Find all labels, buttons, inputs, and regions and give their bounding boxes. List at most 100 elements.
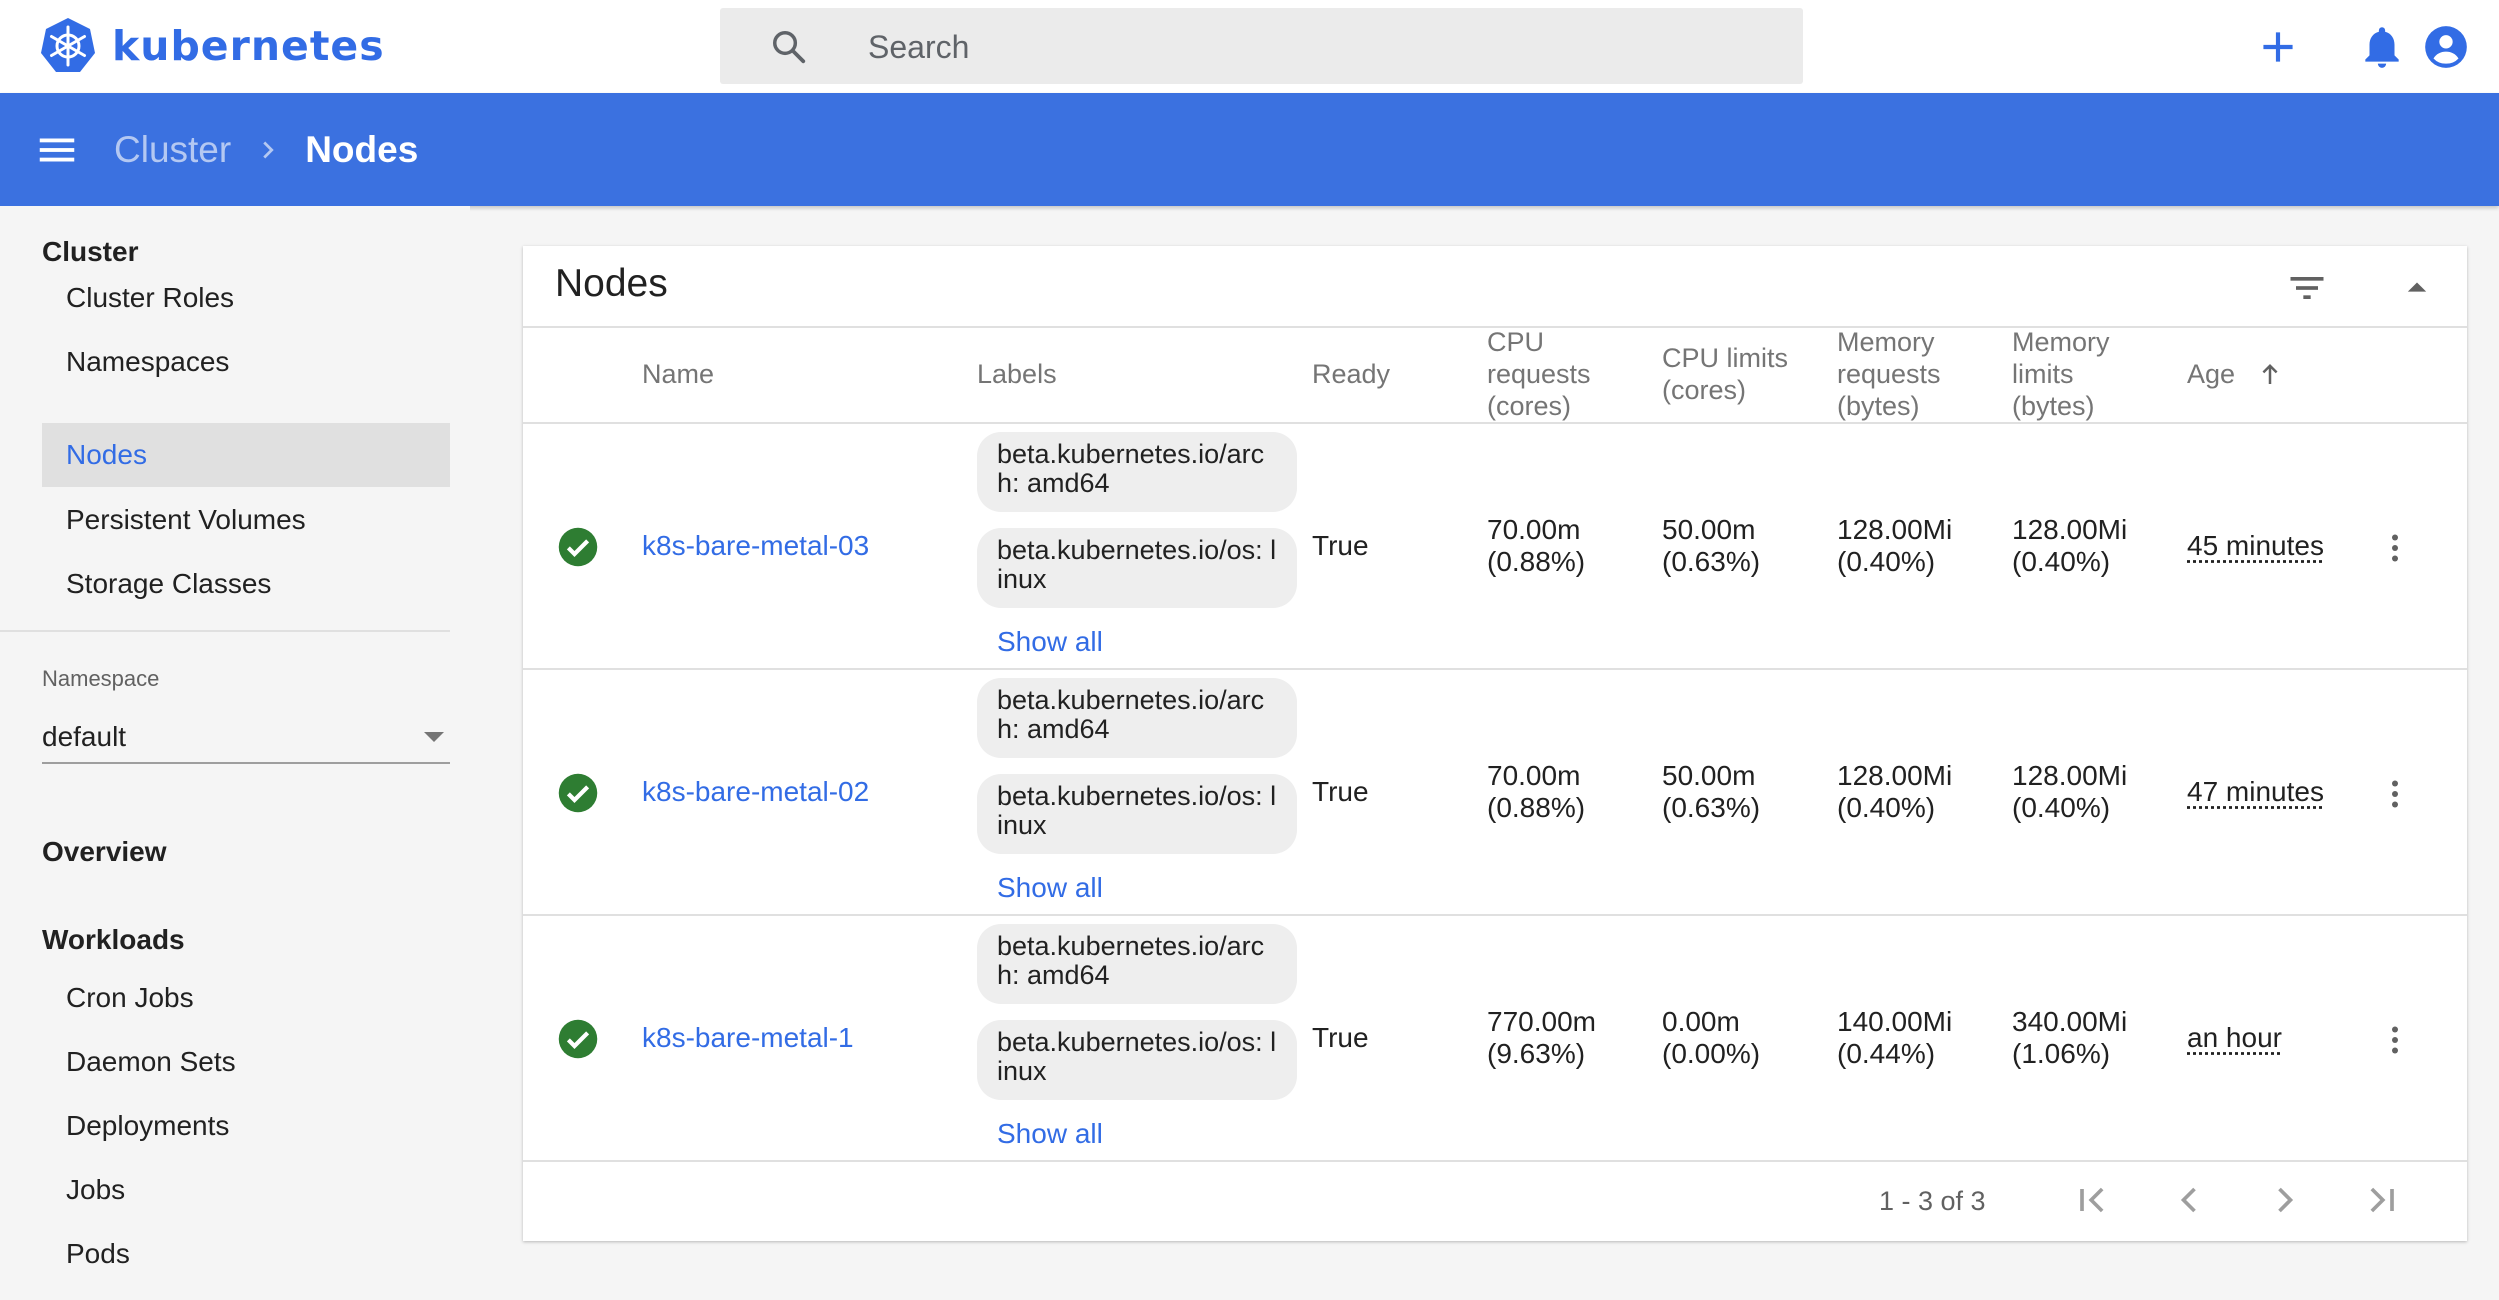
namespace-select[interactable]: default [42, 714, 450, 764]
chevron-right-icon [263, 141, 274, 158]
sidebar-item-daemon-sets[interactable]: Daemon Sets [42, 1030, 450, 1094]
node-age[interactable]: an hour [2187, 1022, 2282, 1054]
show-all-labels-link[interactable]: Show all [997, 872, 1103, 904]
show-all-labels-link[interactable]: Show all [997, 1118, 1103, 1150]
sort-ascending-icon [2262, 364, 2278, 384]
memory-limits-percent: (1.06%) [2012, 1038, 2111, 1069]
memory-requests-percent: (0.40%) [1837, 792, 1936, 823]
label-chip: beta.kubernetes.io/arch: amd64 [977, 924, 1297, 1004]
label-chip: beta.kubernetes.io/arch: amd64 [977, 432, 1297, 512]
kubernetes-logo[interactable]: kubernetes [38, 16, 385, 76]
label-chip: beta.kubernetes.io/os: linux [977, 528, 1297, 608]
sidebar-item-nodes[interactable]: Nodes [42, 423, 450, 487]
cpu-requests-percent: (0.88%) [1487, 546, 1586, 577]
sidebar-item-pods[interactable]: Pods [42, 1222, 450, 1286]
page-title: Nodes [305, 128, 419, 170]
row-divider [523, 1160, 2467, 1162]
account-circle-icon[interactable] [2425, 22, 2499, 72]
namespace-label: Namespace [42, 666, 160, 691]
cpu-requests-value: 70.00m [1487, 514, 1581, 545]
cpu-limits-percent: (0.63%) [1662, 546, 1761, 577]
page-header: Cluster Nodes [0, 93, 2499, 206]
dropdown-arrow-icon [424, 732, 444, 742]
sidebar-heading-cluster[interactable]: Cluster [42, 236, 138, 268]
sidebar-item-jobs[interactable]: Jobs [42, 1158, 450, 1222]
breadcrumb-cluster[interactable]: Cluster [114, 129, 231, 171]
sidebar-item-storage-classes[interactable]: Storage Classes [42, 552, 450, 616]
last-page-icon[interactable] [2359, 1178, 2403, 1222]
ready-status: True [1312, 1022, 1369, 1053]
sidebar-item-namespaces[interactable]: Namespaces [42, 330, 450, 394]
memory-requests-percent: (0.40%) [1837, 546, 1936, 577]
cpu-limits-value: 0.00m [1662, 1006, 1740, 1037]
app-name: kubernetes [112, 22, 385, 70]
memory-limits-percent: (0.40%) [2012, 792, 2111, 823]
notifications-icon[interactable] [2357, 22, 2407, 72]
nodes-card: Nodes Name Labels Ready CPU requests (co… [523, 246, 2467, 1241]
column-header-cpu-requests[interactable]: CPU requests (cores) [1487, 326, 1617, 422]
sidebar-divider [0, 630, 450, 632]
node-name-link[interactable]: k8s-bare-metal-03 [642, 530, 869, 562]
label-chip: beta.kubernetes.io/os: linux [977, 1020, 1297, 1100]
add-icon[interactable] [2253, 22, 2303, 72]
column-header-labels: Labels [977, 359, 1057, 389]
column-header-memory-limits[interactable]: Memory limits (bytes) [2012, 326, 2152, 422]
check-circle-icon [558, 773, 598, 813]
cpu-requests-percent: (9.63%) [1487, 1038, 1586, 1069]
top-bar: kubernetes [0, 0, 2499, 93]
more-vert-icon[interactable] [2377, 776, 2413, 812]
cpu-limits-value: 50.00m [1662, 760, 1756, 791]
sidebar-item-cron-jobs[interactable]: Cron Jobs [42, 966, 450, 1030]
filter-icon[interactable] [2285, 266, 2329, 310]
row-divider [523, 914, 2467, 916]
sidebar-heading-workloads[interactable]: Workloads [42, 924, 185, 956]
memory-requests-value: 128.00Mi [1837, 514, 1953, 545]
cpu-requests-value: 770.00m [1487, 1006, 1596, 1037]
pagination-range: 1 - 3 of 3 [1879, 1186, 1986, 1216]
first-page-icon[interactable] [2071, 1178, 2115, 1222]
collapse-icon[interactable] [2395, 266, 2439, 310]
show-all-labels-link[interactable]: Show all [997, 626, 1103, 658]
node-age[interactable]: 45 minutes [2187, 530, 2324, 562]
column-header-cpu-limits[interactable]: CPU limits (cores) [1662, 326, 1812, 422]
menu-icon[interactable] [34, 127, 80, 173]
sidebar-heading-overview[interactable]: Overview [42, 836, 167, 868]
cpu-limits-percent: (0.63%) [1662, 792, 1761, 823]
cpu-limits-value: 50.00m [1662, 514, 1756, 545]
sidebar-item-persistent-volumes[interactable]: Persistent Volumes [42, 488, 450, 552]
more-vert-icon[interactable] [2377, 1022, 2413, 1058]
search-input[interactable] [866, 8, 1770, 86]
column-header-name[interactable]: Name [642, 326, 714, 422]
more-vert-icon[interactable] [2377, 530, 2413, 566]
check-circle-icon [558, 527, 598, 567]
node-name-link[interactable]: k8s-bare-metal-02 [642, 776, 869, 808]
memory-limits-value: 128.00Mi [2012, 760, 2128, 791]
ready-status: True [1312, 776, 1369, 807]
column-header-ready[interactable]: Ready [1312, 326, 1390, 422]
node-age[interactable]: 47 minutes [2187, 776, 2324, 808]
search-bar [720, 8, 1803, 86]
memory-requests-value: 128.00Mi [1837, 760, 1953, 791]
search-icon [773, 31, 806, 64]
next-page-icon[interactable] [2263, 1178, 2307, 1222]
cpu-limits-percent: (0.00%) [1662, 1038, 1761, 1069]
kubernetes-helm-icon [41, 18, 95, 72]
memory-requests-percent: (0.44%) [1837, 1038, 1936, 1069]
column-header-age-label: Age [2187, 359, 2236, 389]
sidebar: Cluster Cluster Roles Namespaces Nodes P… [0, 206, 470, 1300]
check-circle-icon [558, 1019, 598, 1059]
sidebar-item-deployments[interactable]: Deployments [42, 1094, 450, 1158]
previous-page-icon[interactable] [2167, 1178, 2211, 1222]
memory-limits-value: 340.00Mi [2012, 1006, 2128, 1037]
label-chip: beta.kubernetes.io/arch: amd64 [977, 678, 1297, 758]
memory-limits-value: 128.00Mi [2012, 514, 2128, 545]
column-header-age[interactable]: Age [2187, 326, 2285, 422]
node-name-link[interactable]: k8s-bare-metal-1 [642, 1022, 854, 1054]
card-title: Nodes [555, 262, 668, 305]
ready-status: True [1312, 530, 1369, 561]
cpu-requests-value: 70.00m [1487, 760, 1581, 791]
namespace-value: default [42, 721, 127, 752]
memory-limits-percent: (0.40%) [2012, 546, 2111, 577]
sidebar-item-cluster-roles[interactable]: Cluster Roles [42, 266, 450, 330]
column-header-memory-requests[interactable]: Memory requests (bytes) [1837, 326, 1977, 422]
